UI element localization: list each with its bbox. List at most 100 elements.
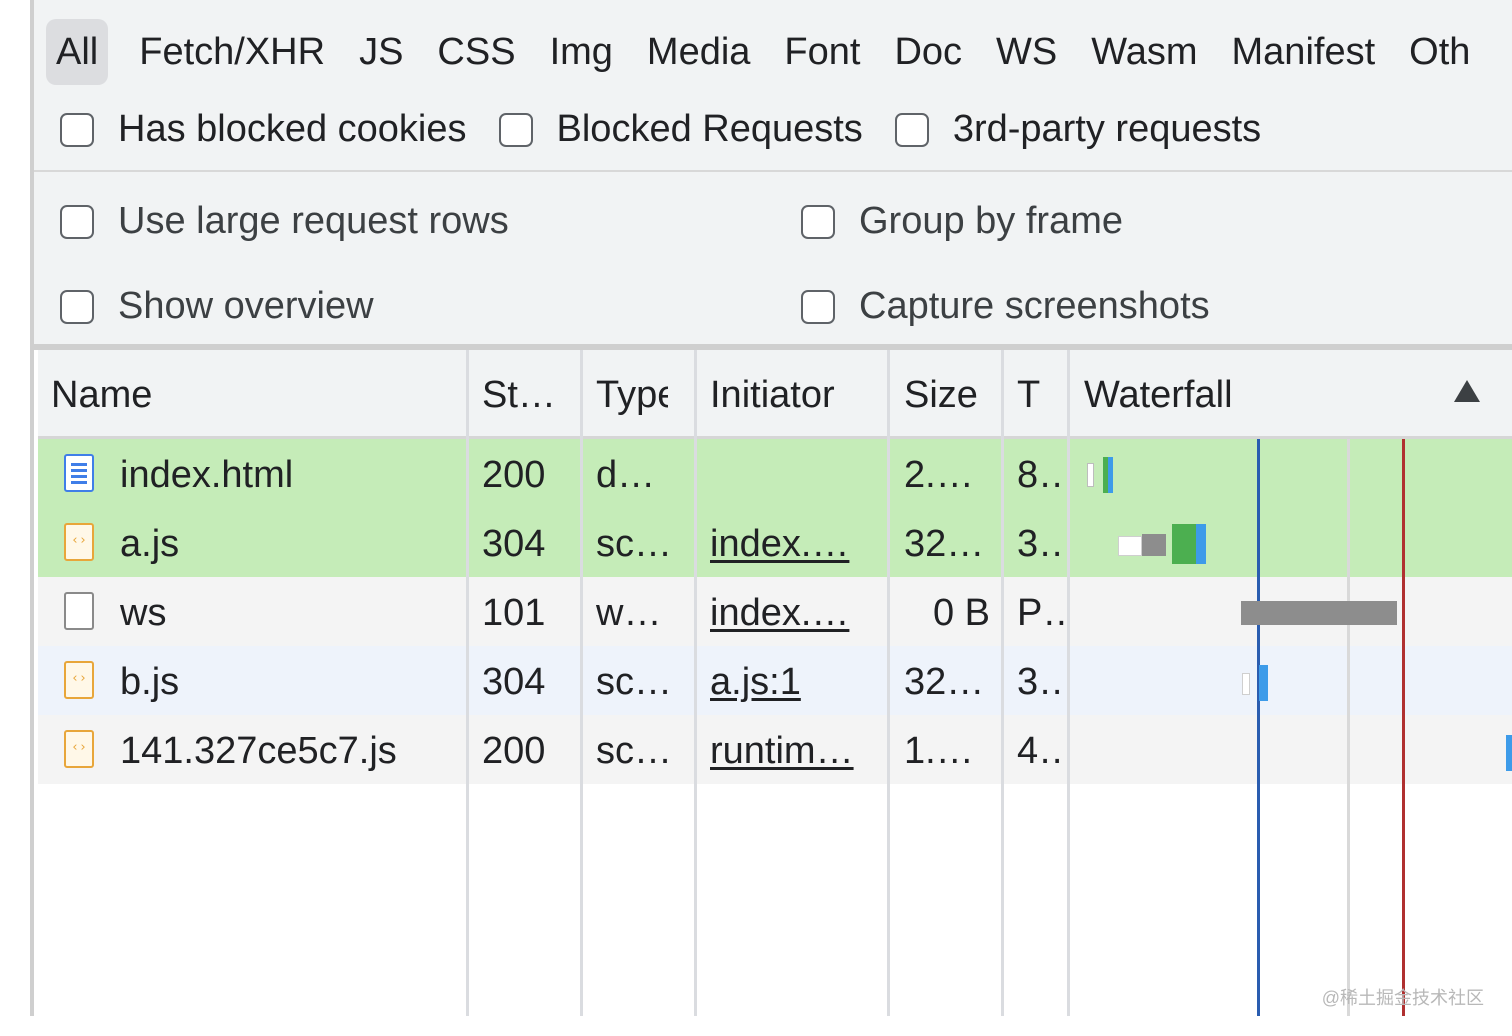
waterfall-download-bar bbox=[1108, 457, 1113, 493]
column-header-size[interactable]: Size bbox=[904, 350, 978, 436]
column-divider[interactable] bbox=[694, 350, 697, 1016]
request-time: 3… bbox=[1017, 523, 1069, 565]
request-filter-checkboxes: Has blocked cookies Blocked Requests 3rd… bbox=[60, 108, 1293, 151]
has-blocked-cookies-label: Has blocked cookies bbox=[118, 108, 467, 150]
table-row[interactable]: index.html 200 d… 2.… 8… bbox=[38, 439, 1512, 508]
request-type: sc… bbox=[596, 730, 672, 772]
waterfall-waiting-bar bbox=[1172, 524, 1196, 564]
table-row[interactable]: ‹› b.js 304 sc… a.js:1 32… 3… bbox=[38, 646, 1512, 715]
column-header-name[interactable]: Name bbox=[51, 350, 461, 436]
load-event-line bbox=[1402, 439, 1405, 1016]
filter-tab-ws[interactable]: WS bbox=[979, 19, 1074, 85]
large-request-rows-label: Use large request rows bbox=[118, 200, 509, 242]
third-party-requests-option[interactable]: 3rd-party requests bbox=[894, 108, 1262, 151]
blocked-requests-label: Blocked Requests bbox=[556, 108, 863, 150]
filter-tab-media[interactable]: Media bbox=[630, 19, 768, 85]
request-size: 2.… bbox=[904, 454, 974, 496]
waterfall-download-bar bbox=[1196, 524, 1206, 564]
requests-table-header: Name St… Type Initiator Size T Waterfall bbox=[38, 350, 1512, 439]
request-size: 0 B bbox=[932, 592, 990, 634]
request-type: sc… bbox=[596, 523, 672, 565]
request-initiator[interactable]: index.… bbox=[710, 577, 886, 646]
request-time: P… bbox=[1017, 592, 1069, 634]
document-icon bbox=[64, 454, 94, 492]
column-header-type[interactable]: Type bbox=[596, 350, 668, 436]
request-type: sc… bbox=[596, 661, 672, 703]
request-status: 200 bbox=[482, 454, 546, 496]
request-size: 32… bbox=[904, 661, 985, 703]
request-type: w… bbox=[596, 592, 662, 634]
request-size: 1.… bbox=[904, 730, 974, 772]
waterfall-queue-bar bbox=[1087, 463, 1094, 487]
request-time: 4… bbox=[1017, 730, 1069, 772]
capture-screenshots-checkbox[interactable] bbox=[801, 289, 835, 324]
filter-tab-img[interactable]: Img bbox=[533, 19, 630, 85]
table-row[interactable]: ‹› a.js 304 sc… index.… 32… 3… bbox=[38, 508, 1512, 577]
filter-bar: All Fetch/XHR JS CSS Img Media Font Doc … bbox=[34, 0, 1512, 172]
group-by-frame-checkbox[interactable] bbox=[801, 204, 835, 239]
blocked-requests-option[interactable]: Blocked Requests bbox=[498, 108, 863, 151]
request-initiator[interactable]: index.… bbox=[710, 508, 886, 577]
network-settings-panel: Use large request rows Group by frame Sh… bbox=[34, 172, 1512, 344]
large-request-rows-checkbox[interactable] bbox=[60, 204, 94, 239]
request-status: 200 bbox=[482, 730, 546, 772]
third-party-requests-label: 3rd-party requests bbox=[952, 108, 1262, 150]
filter-tab-js[interactable]: JS bbox=[342, 19, 420, 85]
request-status: 304 bbox=[482, 523, 546, 565]
sort-ascending-icon[interactable] bbox=[1454, 380, 1480, 402]
request-initiator[interactable]: a.js:1 bbox=[710, 646, 886, 715]
request-initiator[interactable]: runtim… bbox=[710, 715, 886, 784]
requests-table-body: index.html 200 d… 2.… 8… ‹› a.js 304 sc…… bbox=[38, 439, 1512, 1016]
has-blocked-cookies-checkbox[interactable] bbox=[60, 112, 94, 147]
large-request-rows-option[interactable]: Use large request rows bbox=[60, 200, 509, 243]
filter-tab-fetch-xhr[interactable]: Fetch/XHR bbox=[122, 19, 342, 85]
request-status: 304 bbox=[482, 661, 546, 703]
filter-tab-wasm[interactable]: Wasm bbox=[1074, 19, 1214, 85]
column-divider[interactable] bbox=[466, 350, 469, 1016]
request-type: d… bbox=[596, 454, 656, 496]
column-header-time[interactable]: T bbox=[1017, 350, 1057, 436]
resource-type-filters: All Fetch/XHR JS CSS Img Media Font Doc … bbox=[46, 18, 1487, 86]
table-row[interactable]: ‹› 141.327ce5c7.js 200 sc… runtim… 1.… 4… bbox=[38, 715, 1512, 784]
filter-tab-other[interactable]: Oth bbox=[1392, 19, 1487, 85]
column-divider[interactable] bbox=[1001, 350, 1004, 1016]
request-initiator[interactable] bbox=[710, 439, 886, 508]
filter-tab-font[interactable]: Font bbox=[767, 19, 877, 85]
request-time: 3… bbox=[1017, 661, 1069, 703]
has-blocked-cookies-option[interactable]: Has blocked cookies bbox=[60, 108, 467, 151]
websocket-icon bbox=[64, 592, 94, 630]
show-overview-label: Show overview bbox=[118, 285, 374, 327]
script-icon: ‹› bbox=[64, 661, 94, 699]
script-icon: ‹› bbox=[64, 523, 94, 561]
request-name[interactable]: ws bbox=[120, 577, 490, 646]
filter-tab-doc[interactable]: Doc bbox=[877, 19, 979, 85]
column-header-status[interactable]: St… bbox=[482, 350, 574, 436]
request-name[interactable]: 141.327ce5c7.js bbox=[120, 715, 490, 784]
column-divider[interactable] bbox=[580, 350, 583, 1016]
group-by-frame-label: Group by frame bbox=[859, 200, 1123, 242]
waterfall-download-bar bbox=[1259, 665, 1268, 701]
filter-tab-manifest[interactable]: Manifest bbox=[1215, 19, 1393, 85]
third-party-requests-checkbox[interactable] bbox=[894, 112, 929, 147]
request-size: 32… bbox=[904, 523, 985, 565]
dom-content-loaded-line bbox=[1257, 439, 1260, 1016]
filter-tab-all[interactable]: All bbox=[46, 19, 109, 85]
group-by-frame-option[interactable]: Group by frame bbox=[801, 200, 1123, 243]
request-name[interactable]: a.js bbox=[120, 508, 490, 577]
filter-tab-css[interactable]: CSS bbox=[420, 19, 532, 85]
request-name[interactable]: index.html bbox=[120, 439, 490, 508]
show-overview-checkbox[interactable] bbox=[60, 289, 94, 324]
script-icon: ‹› bbox=[64, 730, 94, 768]
waterfall-grid-line bbox=[1347, 439, 1350, 1016]
column-divider[interactable] bbox=[887, 350, 890, 1016]
column-header-waterfall[interactable]: Waterfall bbox=[1084, 350, 1384, 436]
blocked-requests-checkbox[interactable] bbox=[498, 112, 533, 147]
request-name[interactable]: b.js bbox=[120, 646, 490, 715]
column-header-initiator[interactable]: Initiator bbox=[710, 350, 880, 436]
capture-screenshots-option[interactable]: Capture screenshots bbox=[801, 285, 1210, 328]
show-overview-option[interactable]: Show overview bbox=[60, 285, 374, 328]
waterfall-queue-bar bbox=[1242, 673, 1250, 695]
request-time: 8… bbox=[1017, 454, 1069, 496]
column-divider[interactable] bbox=[1067, 350, 1070, 1016]
waterfall-websocket-bar bbox=[1241, 601, 1397, 625]
